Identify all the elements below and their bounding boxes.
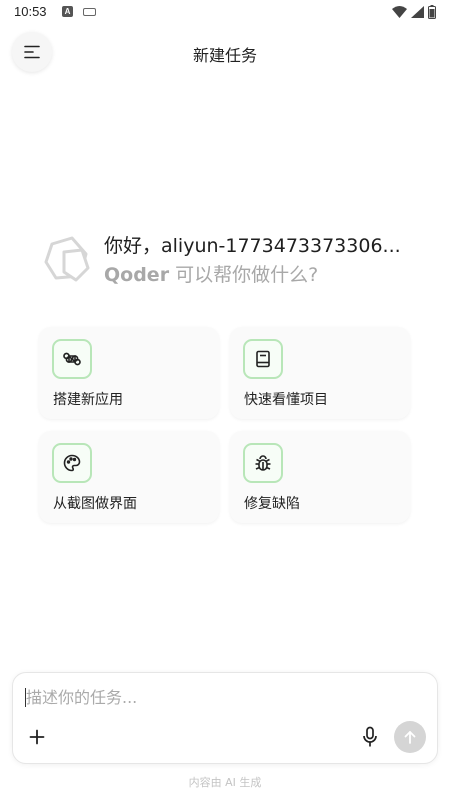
arrow-up-icon bbox=[404, 731, 416, 744]
wifi-icon bbox=[392, 6, 407, 18]
status-bar: 10:53 A bbox=[0, 0, 450, 26]
card-build-app[interactable]: 搭建新应用 bbox=[39, 327, 219, 419]
plus-icon bbox=[29, 729, 45, 745]
system-icons bbox=[392, 5, 436, 19]
microphone-icon bbox=[363, 726, 377, 747]
card-screenshot-to-ui[interactable]: 从截图做界面 bbox=[39, 431, 219, 523]
send-button[interactable] bbox=[394, 721, 426, 753]
greeting-question: 可以帮你做什么? bbox=[169, 264, 319, 286]
book-icon bbox=[243, 339, 283, 379]
greeting-title: 你好，aliyun-1773473373306... bbox=[104, 235, 401, 257]
battery-icon bbox=[428, 5, 436, 19]
qoder-logo-icon bbox=[44, 236, 90, 282]
bug-icon bbox=[243, 443, 283, 483]
android-icon: A bbox=[62, 6, 73, 17]
task-input[interactable] bbox=[26, 685, 406, 709]
command-icon bbox=[52, 339, 92, 379]
voice-input-button[interactable] bbox=[358, 723, 382, 751]
task-composer bbox=[12, 672, 438, 764]
card-fix-bugs[interactable]: 修复缺陷 bbox=[230, 431, 410, 523]
keyboard-icon bbox=[83, 8, 96, 16]
palette-icon bbox=[52, 443, 92, 483]
greeting: 你好，aliyun-1773473373306... Qoder 可以帮你做什么… bbox=[42, 228, 412, 288]
card-label: 修复缺陷 bbox=[244, 496, 300, 512]
card-understand-project[interactable]: 快速看懂项目 bbox=[230, 327, 410, 419]
status-time: 10:53 bbox=[14, 4, 47, 19]
app-header: 新建任务 bbox=[0, 30, 450, 74]
card-label: 从截图做界面 bbox=[53, 496, 137, 512]
add-attachment-button[interactable] bbox=[25, 725, 49, 749]
card-label: 快速看懂项目 bbox=[244, 392, 328, 408]
brand-name: Qoder bbox=[104, 264, 170, 286]
greeting-subtitle: Qoder 可以帮你做什么? bbox=[104, 260, 318, 287]
ai-disclaimer: 内容由 AI 生成 bbox=[188, 776, 262, 789]
signal-icon bbox=[411, 6, 424, 18]
card-label: 搭建新应用 bbox=[53, 392, 123, 408]
page-title: 新建任务 bbox=[192, 46, 257, 65]
